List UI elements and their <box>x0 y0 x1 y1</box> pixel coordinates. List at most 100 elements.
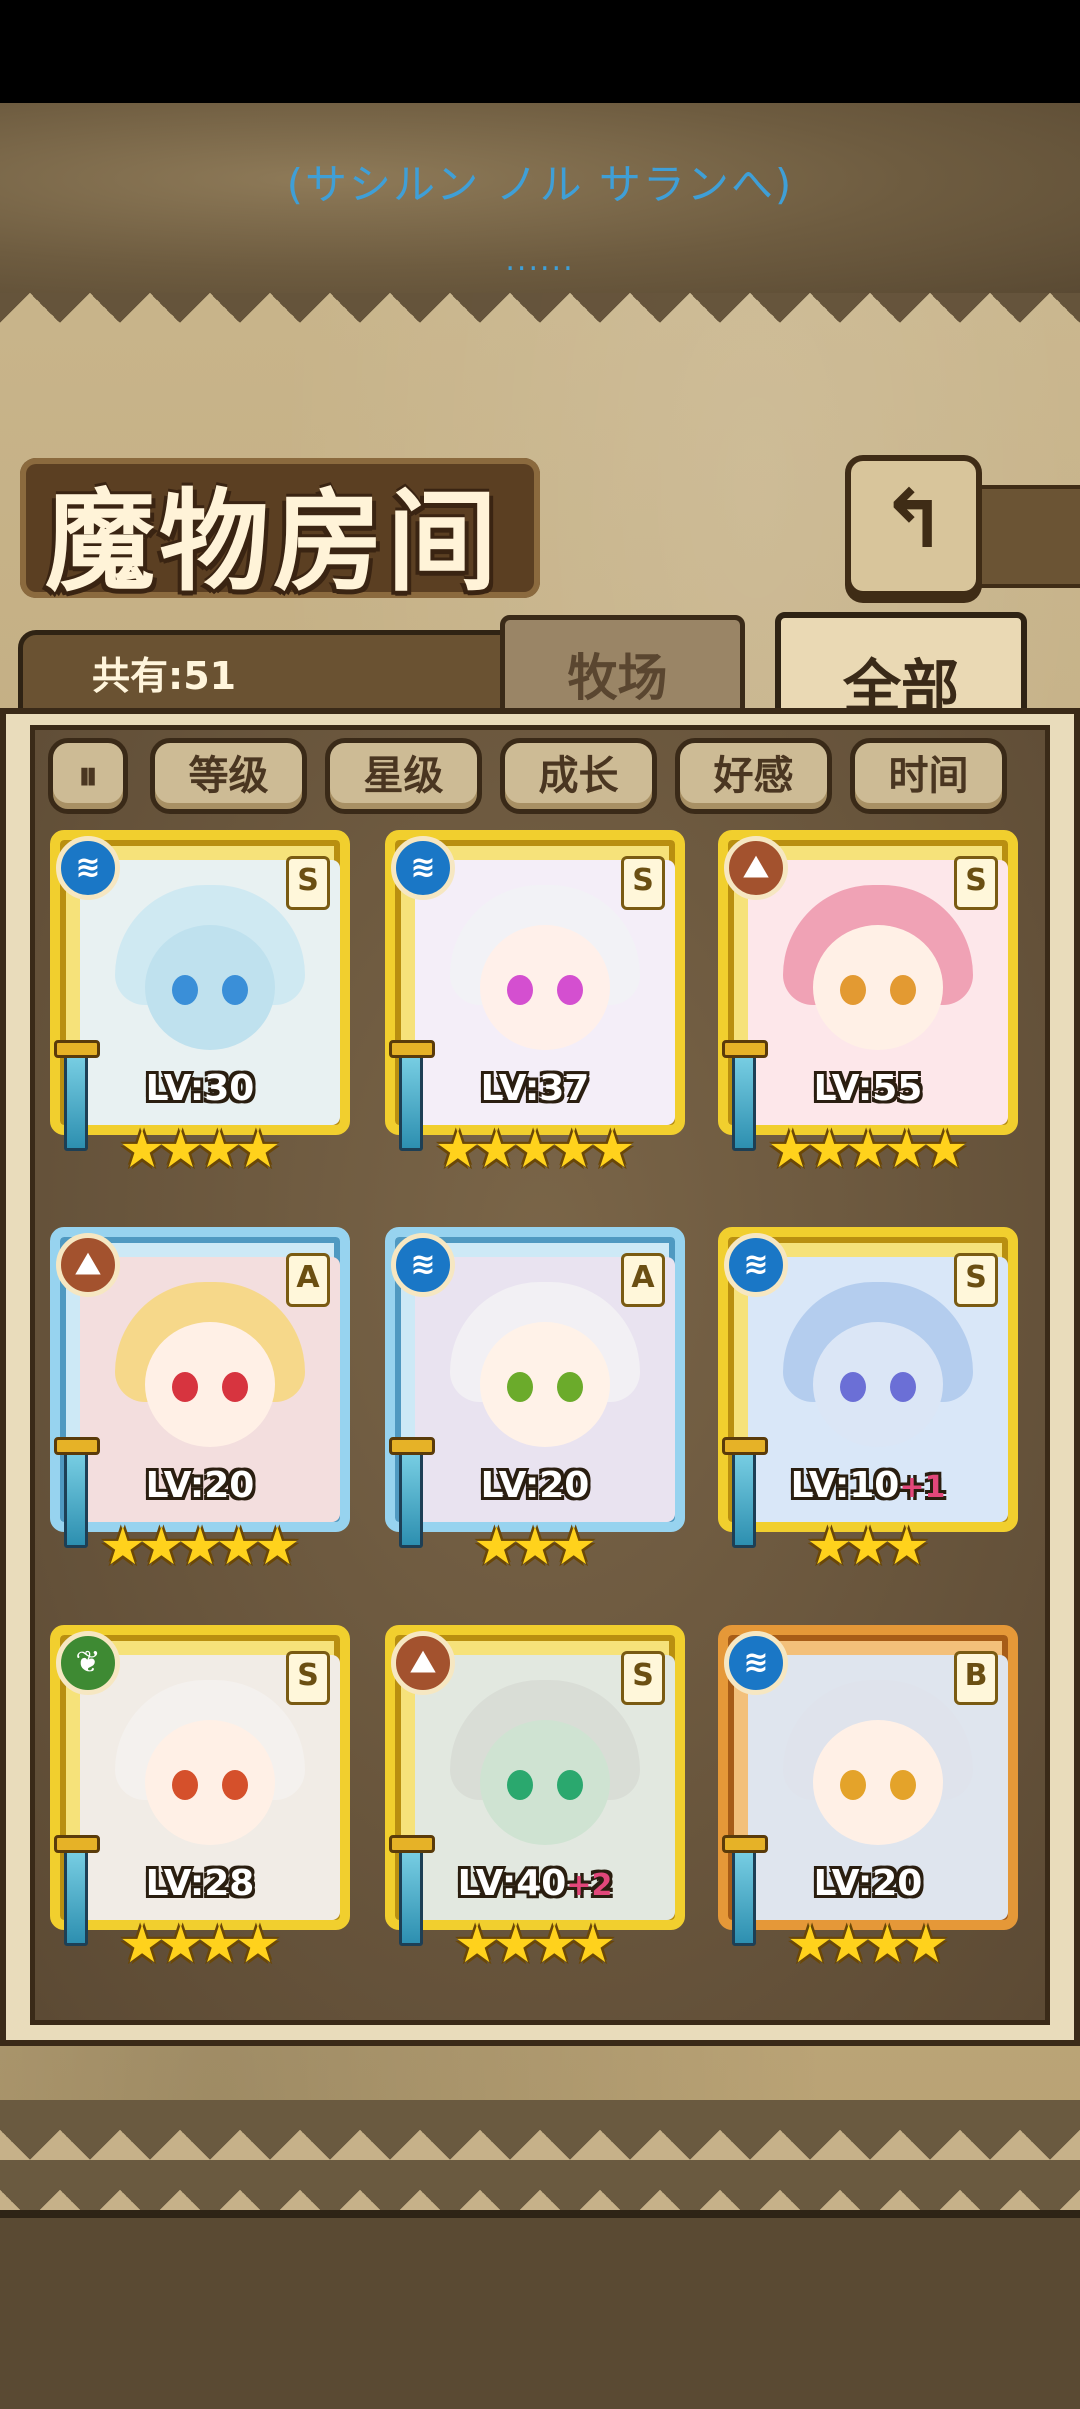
monster-card[interactable]: ≋ S LV:37 ★★★★★ <box>385 830 685 1182</box>
sword-hilt-icon <box>54 1437 100 1455</box>
monster-level: LV:28 <box>50 1863 350 1904</box>
monster-card[interactable]: ⛰ S LV:40+2 ★★★★ <box>385 1625 685 1977</box>
monster-eye <box>507 1770 533 1800</box>
level-value: LV:28 <box>145 1863 255 1904</box>
dialog-box[interactable]: (サシルン ノル サランへ) ...... <box>0 103 1080 299</box>
monster-eye <box>840 975 866 1005</box>
rank-badge: B <box>954 1651 998 1705</box>
star-icon: ★ <box>234 1915 282 1975</box>
sort-by-growth-button[interactable]: 成长 <box>500 738 657 814</box>
water-element-icon: ≋ <box>724 1631 788 1695</box>
torn-edge-bottom <box>0 2100 1080 2210</box>
rank-badge: S <box>286 1651 330 1705</box>
star-rating: ★★★★★ <box>50 1517 350 1577</box>
rank-badge: S <box>954 1253 998 1307</box>
level-value: LV:20 <box>813 1863 923 1904</box>
monster-level: LV:40+2 <box>385 1863 685 1904</box>
monster-eye <box>172 975 198 1005</box>
monster-face <box>813 1322 943 1447</box>
sword-hilt-icon <box>722 1437 768 1455</box>
water-element-icon: ≋ <box>391 836 455 900</box>
star-icon: ★ <box>569 1915 617 1975</box>
star-rating: ★★★ <box>718 1517 1018 1577</box>
monster-eye <box>172 1372 198 1402</box>
sort-by-level-button[interactable]: 等级 <box>150 738 307 814</box>
sort-by-affection-button[interactable]: 好感 <box>675 738 832 814</box>
monster-card[interactable]: ≋ A LV:20 ★★★ <box>385 1227 685 1579</box>
star-rating: ★★★★ <box>50 1915 350 1975</box>
rank-badge: S <box>286 856 330 910</box>
level-value: LV:20 <box>480 1465 590 1506</box>
monster-face <box>145 1720 275 1845</box>
monster-level: LV:55 <box>718 1068 1018 1109</box>
sort-order-toggle[interactable]: ⏸ <box>48 738 128 814</box>
star-rating: ★★★ <box>385 1517 685 1577</box>
back-button[interactable]: ↰ <box>845 455 982 597</box>
level-bonus: +2 <box>566 1868 613 1903</box>
monster-face <box>480 1720 610 1845</box>
monster-level: LV:37 <box>385 1068 685 1109</box>
monster-eye <box>890 1372 916 1402</box>
dialog-line: (サシルン ノル サランへ) <box>286 160 794 209</box>
sword-hilt-icon <box>389 1437 435 1455</box>
monster-card[interactable]: ≋ S LV:10+1 ★★★ <box>718 1227 1018 1579</box>
star-icon: ★ <box>883 1517 930 1577</box>
sword-hilt-icon <box>54 1835 100 1853</box>
star-rating: ★★★★ <box>50 1120 350 1180</box>
water-element-icon: ≋ <box>391 1233 455 1297</box>
rank-badge: A <box>286 1253 330 1307</box>
sort-by-stars-button[interactable]: 星级 <box>325 738 482 814</box>
level-value: LV:30 <box>145 1068 255 1109</box>
monster-eye <box>507 1372 533 1402</box>
rank-badge: S <box>621 1651 665 1705</box>
level-value: LV:10 <box>790 1465 900 1506</box>
water-element-icon: ≋ <box>724 1233 788 1297</box>
star-rating: ★★★★★ <box>385 1120 685 1180</box>
star-icon: ★ <box>253 1517 301 1577</box>
star-icon: ★ <box>234 1120 282 1180</box>
sort-by-time-button[interactable]: 时间 <box>850 738 1007 814</box>
level-value: LV:37 <box>480 1068 590 1109</box>
earth-element-icon: ⛰ <box>56 1233 120 1297</box>
level-bonus: +1 <box>899 1470 946 1505</box>
level-value: LV:55 <box>813 1068 923 1109</box>
level-value: LV:20 <box>145 1465 255 1506</box>
monster-level: LV:20 <box>50 1465 350 1506</box>
sword-hilt-icon <box>389 1835 435 1853</box>
tab-ranch-label: 牧场 <box>567 649 668 707</box>
dialog-continue-indicator: ...... <box>505 243 575 278</box>
monster-eye <box>840 1770 866 1800</box>
monster-eye <box>557 1372 583 1402</box>
wood-element-icon: ❦ <box>56 1631 120 1695</box>
monster-face <box>145 925 275 1050</box>
sword-hilt-icon <box>54 1040 100 1058</box>
star-icon: ★ <box>921 1120 969 1180</box>
monster-eye <box>890 975 916 1005</box>
star-rating: ★★★★★ <box>718 1120 1018 1180</box>
monster-card[interactable]: ≋ B LV:20 ★★★★ <box>718 1625 1018 1977</box>
rank-badge: A <box>621 1253 665 1307</box>
back-arrow-icon: ↰ <box>879 473 948 566</box>
monster-face <box>145 1322 275 1447</box>
monster-face <box>480 1322 610 1447</box>
monster-level: LV:20 <box>385 1465 685 1506</box>
monster-face <box>813 925 943 1050</box>
bottom-map-strip <box>0 2210 1080 2409</box>
torn-edge-top <box>0 293 1080 353</box>
monster-eye <box>840 1372 866 1402</box>
monster-level: LV:20 <box>718 1863 1018 1904</box>
monster-eye <box>507 975 533 1005</box>
monster-card[interactable]: ⛰ A LV:20 ★★★★★ <box>50 1227 350 1579</box>
monster-card[interactable]: ⛰ S LV:55 ★★★★★ <box>718 830 1018 1182</box>
status-bar <box>0 0 1080 103</box>
monster-card[interactable]: ❦ S LV:28 ★★★★ <box>50 1625 350 1977</box>
pause-toggle-icon: ⏸ <box>78 753 98 799</box>
monster-face <box>480 925 610 1050</box>
monster-eye <box>222 1372 248 1402</box>
page-title: 魔物房间 <box>45 477 501 606</box>
star-rating: ★★★★ <box>718 1915 1018 1975</box>
level-value: LV:40 <box>457 1863 567 1904</box>
monster-card[interactable]: ≋ S LV:30 ★★★★ <box>50 830 350 1182</box>
water-element-icon: ≋ <box>56 836 120 900</box>
sword-hilt-icon <box>389 1040 435 1058</box>
